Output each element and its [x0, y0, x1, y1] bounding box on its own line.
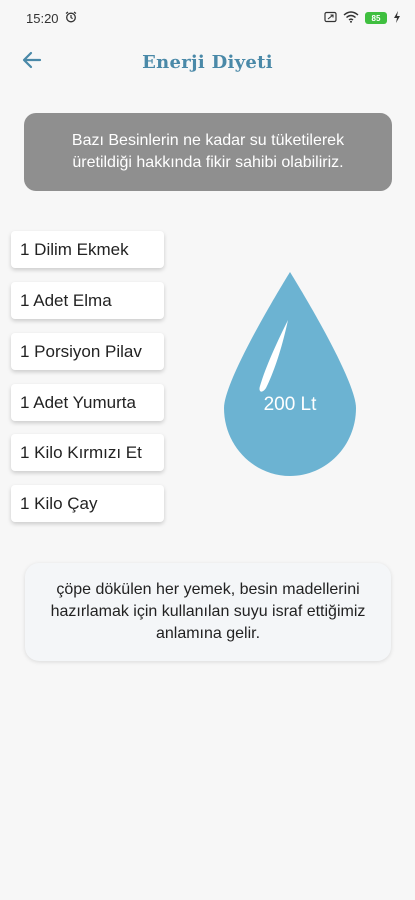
- water-drop-icon: [224, 272, 356, 476]
- food-button-elma[interactable]: 1 Adet Elma: [11, 282, 164, 319]
- battery-level: 85: [371, 13, 381, 23]
- status-bar: 15:20 85: [0, 0, 415, 36]
- food-button-kirmizi-et[interactable]: 1 Kilo Kırmızı Et: [11, 434, 164, 471]
- food-button-ekmek[interactable]: 1 Dilim Ekmek: [11, 231, 164, 268]
- back-button[interactable]: [18, 48, 46, 76]
- alarm-icon: [65, 11, 77, 26]
- app-bar: Enerji Diyeti: [0, 36, 415, 88]
- water-amount-label: 200 Lt: [263, 394, 317, 415]
- food-button-yumurta[interactable]: 1 Adet Yumurta: [11, 384, 164, 421]
- info-note: çöpe dökülen her yemek, besin madellerin…: [25, 563, 391, 661]
- arrow-left-icon: [22, 51, 42, 74]
- info-banner: Bazı Besinlerin ne kadar su tüketilerek …: [24, 113, 392, 191]
- screen-record-icon: [324, 11, 337, 26]
- food-button-pilav[interactable]: 1 Porsiyon Pilav: [11, 333, 164, 370]
- charging-icon: [393, 10, 401, 26]
- status-time: 15:20: [26, 10, 59, 26]
- food-button-cay[interactable]: 1 Kilo Çay: [11, 485, 164, 522]
- wifi-icon: [343, 10, 359, 26]
- page-title: Enerji Diyeti: [142, 51, 273, 73]
- battery-icon: 85: [365, 12, 387, 24]
